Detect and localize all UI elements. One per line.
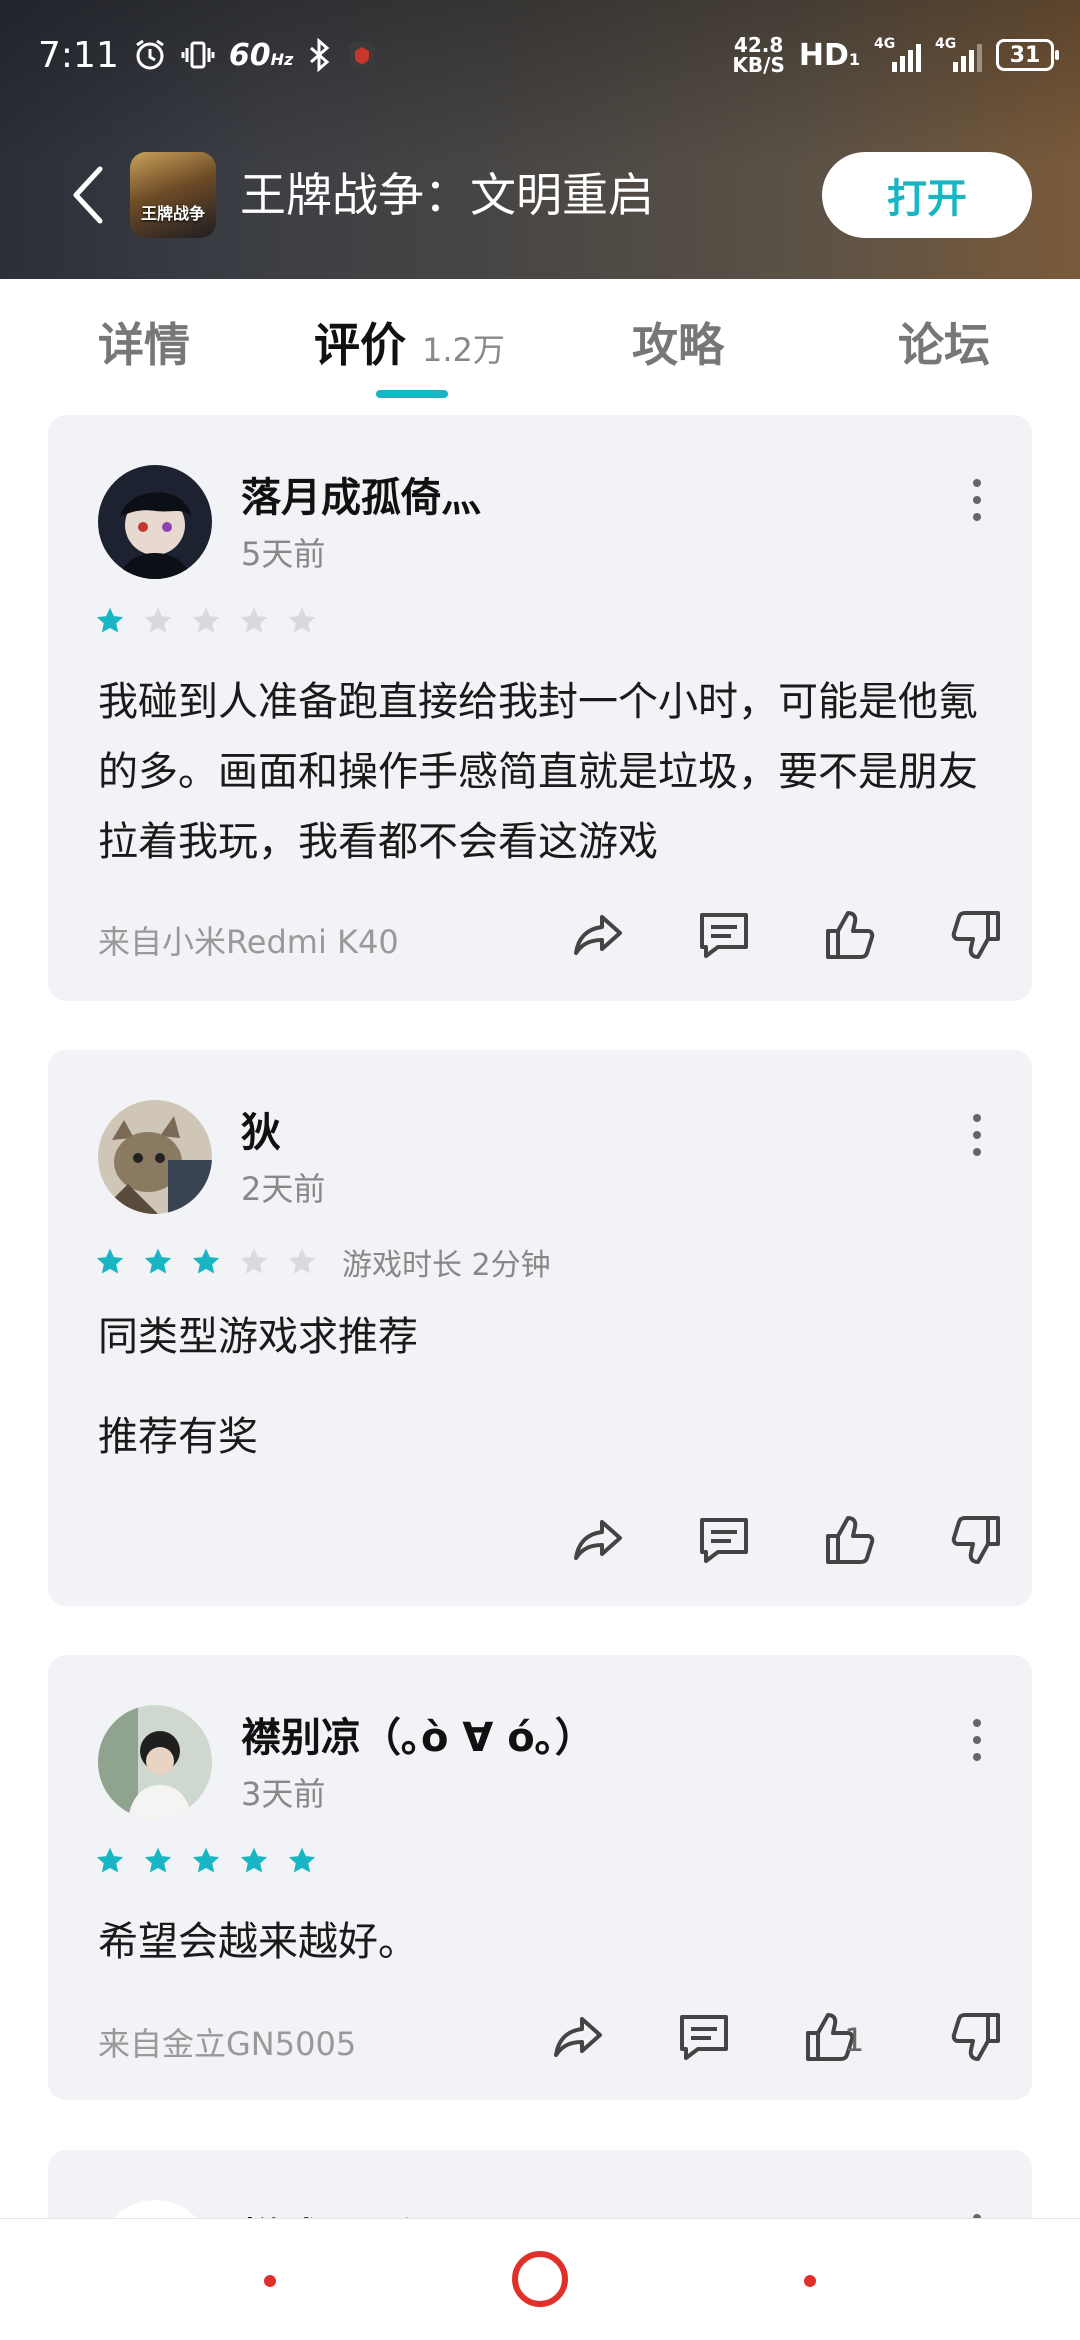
star-icon	[144, 1847, 172, 1873]
back-button[interactable]	[60, 162, 116, 228]
tab-details[interactable]: 详情	[98, 309, 190, 375]
share-button[interactable]	[568, 1510, 628, 1570]
review-card: 襟别凉（｡ò ∀ ó｡） 3天前 希望会越来越好。 来自金立GN5005 1	[48, 1655, 1032, 2100]
share-button[interactable]	[548, 2007, 608, 2067]
review-count: 1.2万	[422, 331, 505, 369]
review-card: 落月成孤倚灬 5天前 我碰到人准备跑直接给我封一个小时，可能是他氪的多。画面和操…	[48, 415, 1032, 1001]
comment-button[interactable]	[674, 2007, 734, 2067]
thumbs-down-icon	[951, 2013, 1000, 2061]
star-icon	[240, 1248, 268, 1274]
thumbs-down-icon	[951, 911, 1000, 959]
review-content: 同类型游戏求推荐 推荐有奖	[98, 1302, 982, 1472]
thumbs-up-icon	[826, 911, 875, 959]
nav-home-button[interactable]	[512, 2251, 568, 2307]
signal-1-icon: 4G	[874, 36, 921, 72]
network-speed: 42.8 KB/S	[732, 33, 785, 77]
comment-button[interactable]	[694, 905, 754, 965]
review-time: 2天前	[241, 1170, 326, 1208]
tab-indicator	[376, 390, 448, 398]
star-icon	[192, 1248, 220, 1274]
alarm-icon	[133, 38, 167, 72]
star-icon	[192, 607, 220, 633]
dislike-button[interactable]	[946, 1510, 1006, 1570]
star-icon	[192, 1847, 220, 1873]
share-icon	[574, 1520, 622, 1560]
share-button[interactable]	[568, 905, 628, 965]
star-icon	[144, 607, 172, 633]
comment-icon	[700, 913, 748, 958]
more-options-button[interactable]	[962, 475, 992, 525]
tab-forum[interactable]: 论坛	[898, 309, 990, 375]
more-options-button[interactable]	[962, 1110, 992, 1160]
bluetooth-icon	[307, 38, 331, 72]
dislike-button[interactable]	[946, 905, 1006, 965]
review-content: 希望会越来越好。	[98, 1919, 418, 1965]
username[interactable]: 狄	[241, 1100, 281, 1158]
signal-2-icon: 4G	[935, 36, 982, 72]
review-paragraph: 同类型游戏求推荐	[98, 1314, 418, 1360]
thumbs-up-icon	[826, 1516, 875, 1564]
rating-stars	[94, 1845, 318, 1877]
nav-menu-button[interactable]	[264, 2275, 276, 2287]
battery-icon: 31	[996, 39, 1059, 71]
tab-reviews[interactable]: 评价 1.2万	[314, 309, 505, 375]
tab-guides[interactable]: 攻略	[632, 309, 724, 375]
more-options-button[interactable]	[962, 1715, 992, 1765]
app-title: 王牌战争：文明重启	[240, 168, 654, 222]
tab-bar: 详情 评价 1.2万 攻略 论坛	[0, 279, 1080, 399]
open-button[interactable]: 打开	[822, 152, 1032, 238]
review-card: 狄 2天前 游戏时长 2分钟 同类型游戏求推荐 推荐有奖	[48, 1050, 1032, 1606]
comment-icon	[680, 2015, 728, 2060]
star-icon	[240, 607, 268, 633]
review-content: 我碰到人准备跑直接给我封一个小时，可能是他氪的多。画面和操作手感简直就是垃圾，要…	[98, 679, 978, 865]
like-button[interactable]	[820, 905, 880, 965]
share-icon	[554, 2017, 602, 2057]
nav-back-button[interactable]	[804, 2275, 816, 2287]
comment-button[interactable]	[694, 1510, 754, 1570]
back-arrow-icon	[73, 166, 103, 224]
device-label: 来自金立GN5005	[98, 2025, 357, 2063]
star-icon	[288, 1248, 316, 1274]
thumbs-down-icon	[951, 1516, 1000, 1564]
share-icon	[574, 915, 622, 955]
avatar[interactable]	[98, 465, 212, 579]
rating-stars: 游戏时长 2分钟	[94, 1240, 551, 1284]
avatar[interactable]	[98, 1100, 212, 1214]
comment-icon	[700, 1518, 748, 1563]
star-icon	[144, 1248, 172, 1274]
like-count: 1	[844, 2021, 865, 2059]
playtime-label: 游戏时长 2分钟	[342, 1248, 551, 1283]
review-time: 3天前	[241, 1775, 326, 1813]
star-icon	[288, 1847, 316, 1873]
rating-stars	[94, 605, 318, 637]
dislike-button[interactable]	[946, 2007, 1006, 2067]
app-notification-icon	[345, 38, 379, 72]
star-icon	[96, 1847, 124, 1873]
review-time: 5天前	[241, 535, 326, 573]
like-button[interactable]	[820, 1510, 880, 1570]
avatar[interactable]	[98, 1705, 212, 1819]
vibrate-icon	[181, 38, 215, 72]
system-nav-bar	[0, 2218, 1080, 2340]
refresh-rate: 60Hz	[228, 37, 294, 73]
review-paragraph: 推荐有奖	[98, 1414, 258, 1460]
status-time: 7:11	[38, 34, 119, 76]
star-icon	[96, 607, 124, 633]
status-bar: 7:11 60Hz 42.8 KB/S HD1 4G 4G 31	[0, 0, 1080, 110]
star-icon	[288, 607, 316, 633]
star-icon	[96, 1248, 124, 1274]
star-icon	[240, 1847, 268, 1873]
hd-indicator: HD1	[798, 37, 860, 73]
username[interactable]: 襟别凉（｡ò ∀ ó｡）	[241, 1705, 595, 1763]
app-icon: 王牌战争	[130, 152, 216, 238]
username[interactable]: 落月成孤倚灬	[241, 465, 481, 523]
app-bar: 王牌战争 王牌战争：文明重启 打开	[0, 140, 1080, 250]
device-label: 来自小米Redmi K40	[98, 923, 399, 961]
